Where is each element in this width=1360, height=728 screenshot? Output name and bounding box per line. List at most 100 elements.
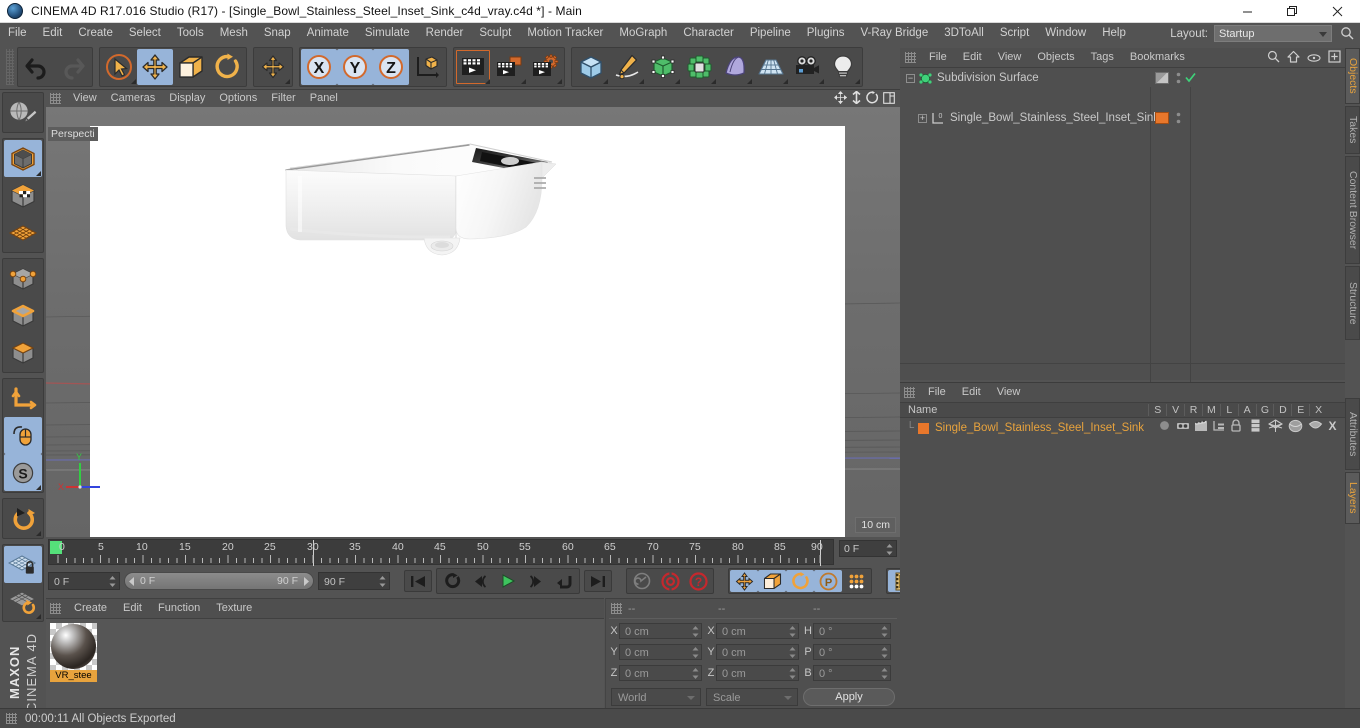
coord-position-z-input[interactable]: 0 cm bbox=[619, 665, 702, 681]
layer-color-swatch[interactable] bbox=[918, 422, 929, 434]
viewport-menu-cameras[interactable]: Cameras bbox=[104, 90, 163, 107]
object-row-subdivision-surface[interactable]: − Subdivision Surface bbox=[900, 68, 1345, 88]
render-view-icon[interactable] bbox=[455, 49, 491, 85]
stepper-icon[interactable] bbox=[109, 576, 116, 587]
pla-key-icon[interactable]: P bbox=[814, 570, 842, 592]
coord-size-z-input[interactable]: 0 cm bbox=[716, 665, 799, 681]
edges-mode-icon[interactable] bbox=[4, 297, 42, 334]
menu-create[interactable]: Create bbox=[70, 23, 121, 44]
step-forward-icon[interactable] bbox=[522, 570, 550, 592]
position-key-icon[interactable] bbox=[730, 570, 758, 592]
viewport-3d-canvas[interactable]: Perspecti Y X 10 cm bbox=[46, 107, 900, 537]
record-active-objects-icon[interactable] bbox=[656, 570, 684, 592]
texture-mode-icon[interactable] bbox=[4, 177, 42, 214]
menu-3dtoall[interactable]: 3DToAll bbox=[936, 23, 992, 44]
go-to-start-icon[interactable] bbox=[404, 570, 432, 592]
redo-icon[interactable] bbox=[55, 49, 91, 85]
lock-icon[interactable] bbox=[1230, 419, 1242, 437]
layer-menu-file[interactable]: File bbox=[920, 383, 954, 402]
viewport-menu-display[interactable]: Display bbox=[162, 90, 212, 107]
coord-rotation-b-input[interactable]: 0 ° bbox=[813, 665, 891, 681]
layer-col-x[interactable]: X bbox=[1309, 404, 1327, 416]
restore-icon[interactable] bbox=[1270, 0, 1315, 23]
stepper-icon[interactable] bbox=[881, 647, 888, 658]
preview-range-slider[interactable]: 0 F 90 F bbox=[124, 572, 314, 590]
stepper-icon[interactable] bbox=[692, 647, 699, 658]
status-bar-grip[interactable] bbox=[6, 713, 17, 724]
loop-icon[interactable] bbox=[438, 570, 466, 592]
layer-col-d[interactable]: D bbox=[1273, 404, 1291, 416]
viewport-menu-filter[interactable]: Filter bbox=[264, 90, 302, 107]
scale-icon[interactable] bbox=[173, 49, 209, 85]
coord-rotation-h-input[interactable]: 0 ° bbox=[813, 623, 891, 639]
tab-objects[interactable]: Objects bbox=[1345, 48, 1360, 104]
tab-content-browser[interactable]: Content Browser bbox=[1345, 156, 1360, 264]
stepper-icon[interactable] bbox=[789, 668, 796, 679]
layer-panel-grip[interactable] bbox=[904, 387, 915, 398]
menu-window[interactable]: Window bbox=[1037, 23, 1094, 44]
move-icon[interactable] bbox=[137, 48, 173, 85]
expression-icon[interactable] bbox=[1308, 419, 1323, 437]
object-menu-bookmarks[interactable]: Bookmarks bbox=[1122, 48, 1193, 67]
xref-icon[interactable]: X bbox=[1326, 419, 1339, 437]
layer-menu-view[interactable]: View bbox=[989, 383, 1029, 402]
lock-workplane-icon[interactable] bbox=[4, 546, 42, 583]
material-tag-icon[interactable] bbox=[1155, 112, 1169, 124]
new-layer-icon[interactable] bbox=[1328, 50, 1341, 68]
go-to-end-icon[interactable] bbox=[584, 570, 612, 592]
render-region-icon[interactable] bbox=[491, 49, 527, 85]
tab-structure[interactable]: Structure bbox=[1345, 266, 1360, 340]
viewport-menu-view[interactable]: View bbox=[66, 90, 104, 107]
stepper-icon[interactable] bbox=[881, 626, 888, 637]
current-frame-input[interactable]: 0 F bbox=[48, 572, 120, 590]
render-clapper-icon[interactable] bbox=[1194, 419, 1208, 437]
apply-button[interactable]: Apply bbox=[803, 688, 895, 706]
stepper-icon[interactable] bbox=[886, 544, 893, 555]
toolbar-grip[interactable] bbox=[6, 48, 14, 85]
stepper-icon[interactable] bbox=[692, 626, 699, 637]
eye-icon[interactable] bbox=[1307, 50, 1321, 68]
deformer-icon[interactable] bbox=[717, 49, 753, 85]
object-menu-view[interactable]: View bbox=[990, 48, 1030, 67]
coord-size-x-input[interactable]: 0 cm bbox=[716, 623, 799, 639]
scale-key-icon[interactable] bbox=[758, 570, 786, 592]
viewport-menu-options[interactable]: Options bbox=[212, 90, 264, 107]
menu-script[interactable]: Script bbox=[992, 23, 1037, 44]
coordinate-system-select[interactable]: World bbox=[611, 688, 701, 706]
tab-attributes[interactable]: Attributes bbox=[1345, 398, 1360, 470]
layer-col-m[interactable]: M bbox=[1201, 404, 1220, 416]
menu-select[interactable]: Select bbox=[121, 23, 169, 44]
layer-col-g[interactable]: G bbox=[1255, 404, 1274, 416]
layer-col-s[interactable]: S bbox=[1148, 404, 1166, 416]
stepper-icon[interactable] bbox=[881, 668, 888, 679]
minimize-icon[interactable] bbox=[1225, 0, 1270, 23]
snap-icon[interactable]: S bbox=[4, 454, 42, 491]
search-icon[interactable] bbox=[1267, 50, 1280, 68]
layer-col-l[interactable]: L bbox=[1219, 404, 1238, 416]
visibility-dots-icon[interactable] bbox=[1176, 72, 1181, 87]
light-icon[interactable] bbox=[825, 49, 861, 85]
range-end-handle-icon[interactable] bbox=[301, 576, 310, 586]
menu-mograph[interactable]: MoGraph bbox=[611, 23, 675, 44]
tab-layers[interactable]: Layers bbox=[1345, 472, 1360, 524]
z-axis-icon[interactable]: Z bbox=[373, 48, 409, 85]
y-axis-icon[interactable]: Y bbox=[337, 48, 373, 85]
layout-select[interactable]: Startup bbox=[1214, 25, 1332, 42]
stepper-icon[interactable] bbox=[789, 626, 796, 637]
menu-render[interactable]: Render bbox=[418, 23, 472, 44]
home-icon[interactable] bbox=[1287, 50, 1300, 68]
search-icon[interactable] bbox=[1340, 26, 1354, 45]
make-editable-icon[interactable] bbox=[4, 94, 42, 131]
menu-pipeline[interactable]: Pipeline bbox=[742, 23, 799, 44]
menu-tools[interactable]: Tools bbox=[169, 23, 212, 44]
coord-size-y-input[interactable]: 0 cm bbox=[716, 644, 799, 660]
material-menu-create[interactable]: Create bbox=[66, 599, 115, 618]
menu-sculpt[interactable]: Sculpt bbox=[471, 23, 519, 44]
x-axis-icon[interactable]: X bbox=[301, 48, 337, 85]
menu-mesh[interactable]: Mesh bbox=[212, 23, 256, 44]
animation-icon[interactable] bbox=[1251, 419, 1260, 437]
max-frame-input[interactable]: 90 F bbox=[318, 572, 390, 590]
scene-floor-icon[interactable] bbox=[753, 49, 789, 85]
timeline-frame-field[interactable]: 0 F bbox=[839, 540, 897, 557]
workplane-mode-icon[interactable] bbox=[4, 214, 42, 251]
